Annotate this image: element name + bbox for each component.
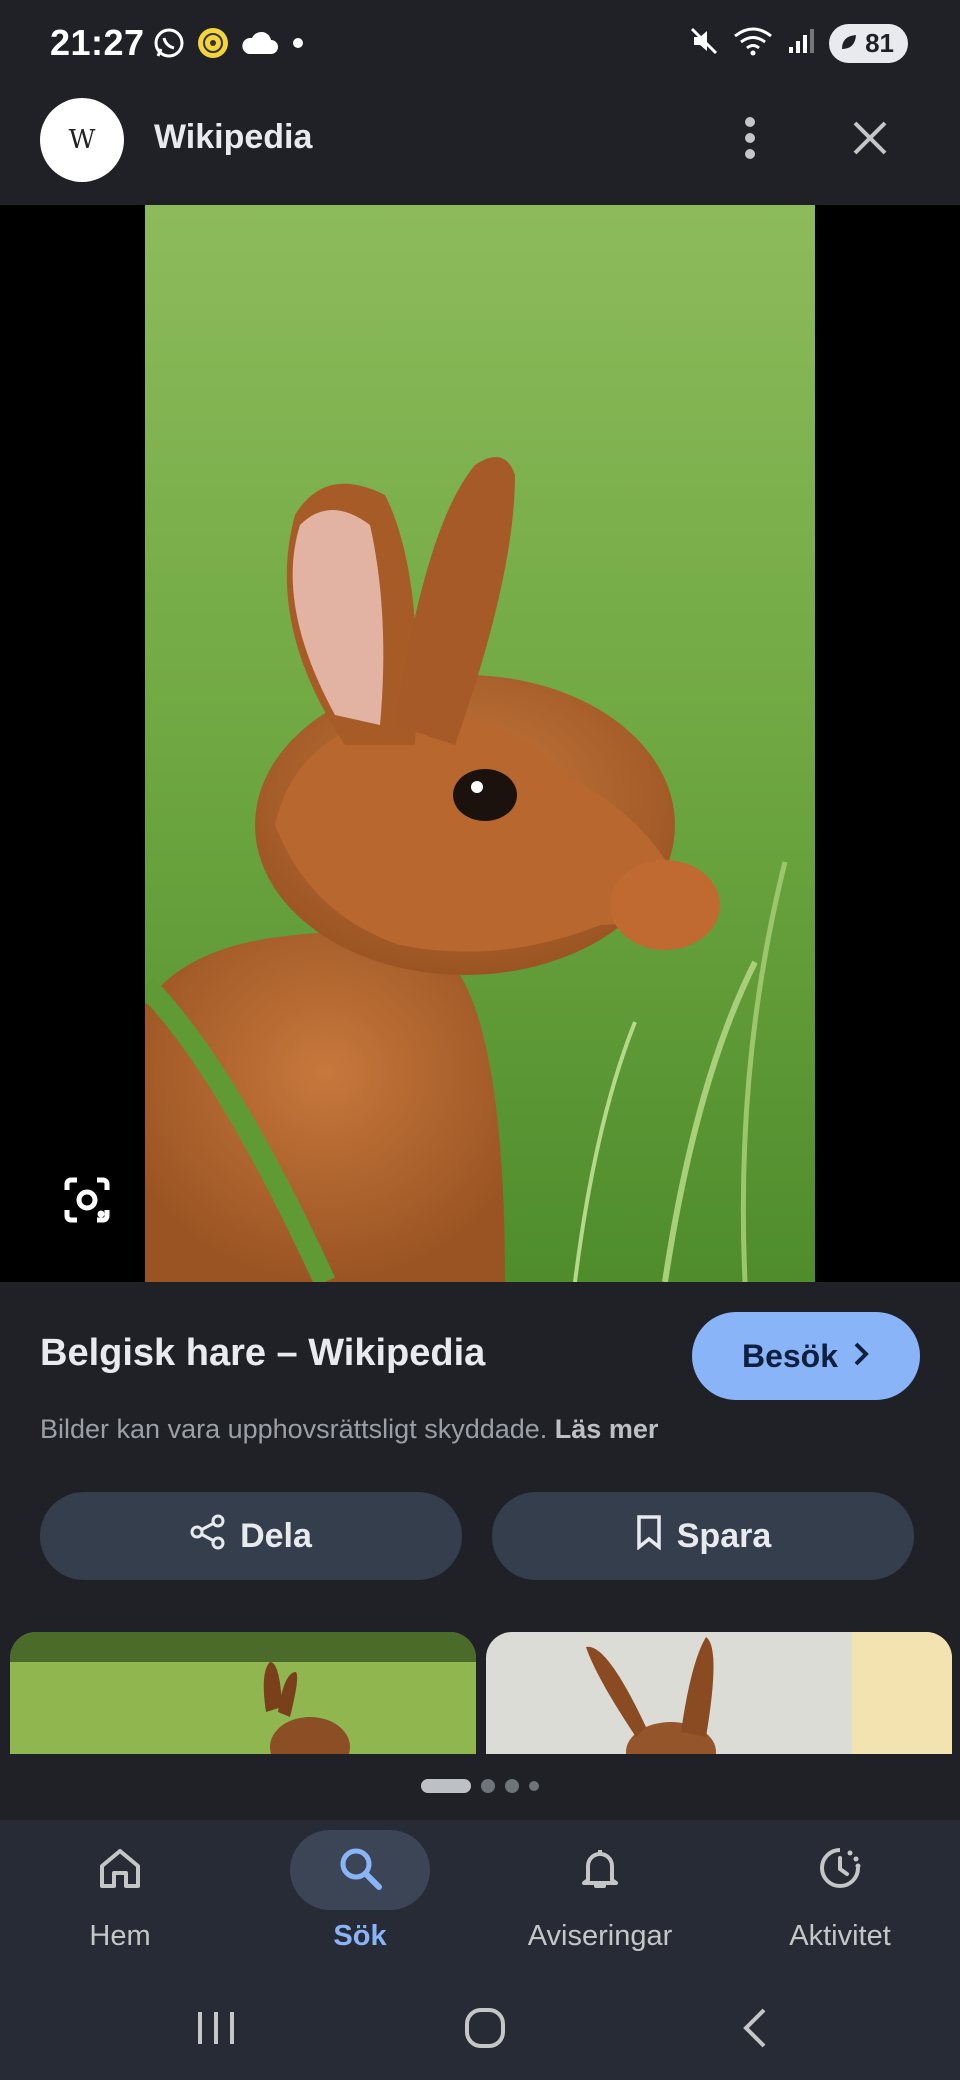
dot-icon: [288, 33, 308, 58]
home-button[interactable]: [445, 1998, 525, 2062]
share-icon: [190, 1514, 226, 1559]
more-options-button[interactable]: [730, 112, 770, 168]
chevron-right-icon: [852, 1338, 870, 1375]
related-images-strip: [0, 1632, 960, 1754]
recent-apps-button[interactable]: [176, 1998, 256, 2062]
whatsapp-icon: [152, 26, 186, 65]
site-name[interactable]: Wikipedia: [154, 118, 312, 157]
nav-home[interactable]: Hem: [10, 1830, 230, 1970]
share-label: Dela: [240, 1516, 312, 1555]
visit-label: Besök: [741, 1337, 839, 1374]
app-notification-icon: [196, 26, 230, 65]
copyright-text: Bilder kan vara upphovsrättsligt skyddad…: [40, 1414, 548, 1444]
nav-notifications-label: Aviseringar: [527, 1920, 673, 1952]
nav-activity-label: Aktivitet: [789, 1920, 891, 1952]
site-logo[interactable]: W: [40, 98, 124, 182]
close-icon: [851, 119, 889, 162]
cloud-icon: [240, 30, 278, 61]
more-vert-icon: [744, 116, 756, 165]
google-lens-button[interactable]: [55, 1170, 119, 1234]
save-label: Spara: [676, 1516, 772, 1555]
close-button[interactable]: [842, 112, 898, 168]
nav-home-label: Hem: [89, 1920, 151, 1952]
status-bar: 21:27 81: [0, 0, 960, 90]
search-icon: [336, 1844, 384, 1897]
nav-activity[interactable]: Aktivitet: [730, 1830, 950, 1970]
share-button[interactable]: Dela: [40, 1492, 462, 1580]
home-circle-icon: [463, 2006, 507, 2055]
battery-level: 81: [865, 28, 894, 58]
battery-leaf-icon: [839, 28, 859, 59]
bookmark-icon: [635, 1514, 663, 1559]
status-right-icons: 81: [689, 24, 908, 63]
image-viewer: [0, 205, 960, 1282]
carousel-pager: [0, 1778, 960, 1794]
site-logo-letter: W: [68, 125, 96, 155]
recent-apps-icon: [194, 2008, 238, 2053]
battery-indicator: 81: [829, 24, 908, 63]
bell-icon: [576, 1844, 624, 1897]
visit-button[interactable]: Besök: [692, 1312, 920, 1400]
status-time: 21:27: [50, 22, 145, 63]
pager-dot[interactable]: [505, 1779, 519, 1793]
activity-icon: [816, 1844, 864, 1897]
system-navigation-bar: [0, 1980, 960, 2080]
read-more-link[interactable]: Läs mer: [555, 1414, 659, 1444]
back-button[interactable]: [715, 1998, 795, 2062]
nav-search[interactable]: Sök: [250, 1830, 470, 1970]
signal-icon: [787, 27, 815, 60]
nav-notifications[interactable]: Aviseringar: [490, 1830, 710, 1970]
nav-search-label: Sök: [333, 1920, 387, 1952]
copyright-notice: Bilder kan vara upphovsrättsligt skyddad…: [40, 1414, 658, 1445]
related-image-thumbnail[interactable]: [486, 1632, 952, 1754]
rabbit-photo[interactable]: [145, 205, 815, 1282]
home-icon: [96, 1844, 144, 1897]
viewer-header: W Wikipedia: [0, 90, 960, 205]
related-image-thumbnail[interactable]: [10, 1632, 476, 1754]
back-icon: [740, 2006, 770, 2055]
wifi-icon: [733, 26, 773, 61]
bottom-navigation: Hem Sök Aviseringar Aktivitet: [0, 1820, 960, 1980]
status-left-icons: [152, 26, 308, 65]
pager-dot[interactable]: [481, 1779, 495, 1793]
result-title[interactable]: Belgisk hare – Wikipedia: [40, 1332, 485, 1375]
pager-dot[interactable]: [529, 1781, 539, 1791]
pager-dot-active[interactable]: [421, 1779, 471, 1793]
save-button[interactable]: Spara: [492, 1492, 914, 1580]
mute-icon: [689, 26, 719, 61]
lens-camera-icon: [61, 1174, 113, 1231]
